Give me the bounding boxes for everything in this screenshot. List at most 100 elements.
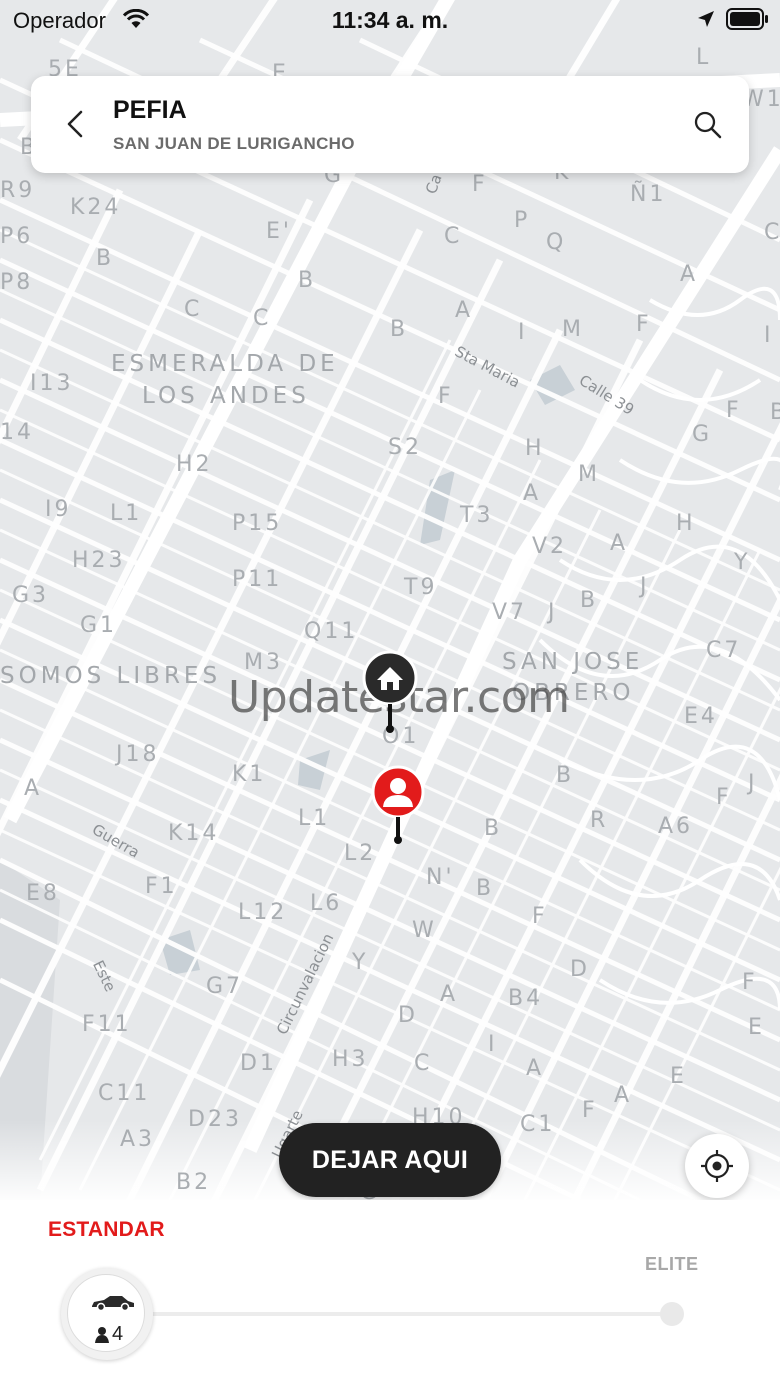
block-label: Y bbox=[734, 550, 751, 575]
block-label: 14 bbox=[0, 420, 34, 445]
crosshair-icon bbox=[701, 1150, 733, 1182]
block-label: I9 bbox=[45, 497, 72, 522]
block-label: H2 bbox=[176, 452, 213, 477]
block-label: P11 bbox=[232, 567, 283, 592]
vehicle-slider-handle[interactable]: 4 bbox=[61, 1268, 153, 1360]
district-label: SOMOS LIBRES bbox=[0, 663, 222, 689]
drop-here-button[interactable]: DEJAR AQUI bbox=[279, 1123, 501, 1197]
status-bar: Operador 11:34 a. m. bbox=[0, 0, 780, 40]
search-icon[interactable] bbox=[691, 108, 725, 142]
block-label: F bbox=[716, 785, 732, 810]
block-label: Y bbox=[352, 950, 369, 975]
block-label: F bbox=[438, 384, 454, 409]
block-label: B bbox=[580, 588, 599, 613]
block-label: H bbox=[525, 436, 545, 461]
vehicle-type-standard[interactable]: ESTANDAR bbox=[48, 1218, 165, 1242]
block-label: R bbox=[590, 808, 609, 833]
block-label: M bbox=[562, 317, 584, 342]
battery-icon bbox=[726, 8, 768, 30]
block-label: W bbox=[412, 918, 437, 943]
block-label: Q11 bbox=[304, 619, 359, 644]
block-label: P6 bbox=[0, 224, 34, 249]
block-label: P15 bbox=[232, 511, 283, 536]
block-label: F bbox=[472, 172, 488, 197]
car-icon bbox=[92, 1296, 134, 1312]
block-label: H23 bbox=[72, 548, 126, 573]
block-label: E4 bbox=[684, 704, 718, 729]
block-label: B bbox=[770, 400, 780, 425]
map-view[interactable]: ESMERALDA DE LOS ANDES SOMOS LIBRES SAN … bbox=[0, 0, 780, 1200]
block-label: K24 bbox=[70, 195, 122, 220]
block-label: A bbox=[526, 1056, 545, 1081]
block-label: H bbox=[676, 511, 696, 536]
block-label: J bbox=[640, 574, 650, 599]
destination-card: PEFIA SAN JUAN DE LURIGANCHO bbox=[31, 76, 749, 173]
block-label: D1 bbox=[240, 1051, 277, 1076]
block-label: A bbox=[455, 298, 474, 323]
block-label: A bbox=[614, 1083, 633, 1108]
block-label: F bbox=[532, 904, 548, 929]
block-label: T3 bbox=[460, 503, 494, 528]
block-label: C bbox=[764, 220, 780, 245]
block-label: P8 bbox=[0, 270, 34, 295]
block-label: B bbox=[476, 876, 495, 901]
block-label: B bbox=[96, 246, 115, 271]
block-label: B4 bbox=[508, 986, 544, 1011]
block-label: C bbox=[253, 306, 272, 331]
block-label: D bbox=[398, 1003, 418, 1028]
block-label: F1 bbox=[145, 874, 178, 899]
block-label: I13 bbox=[30, 371, 74, 396]
block-label: J18 bbox=[116, 742, 160, 767]
block-label: P bbox=[514, 208, 531, 233]
district-label: ESMERALDA DE bbox=[111, 351, 339, 377]
block-label: H3 bbox=[332, 1047, 369, 1072]
block-label: I bbox=[764, 323, 774, 348]
block-label: L6 bbox=[310, 891, 343, 916]
vehicle-handle-inner: 4 bbox=[67, 1274, 145, 1352]
block-label: D23 bbox=[188, 1107, 242, 1132]
block-label: D bbox=[570, 957, 590, 982]
block-label: A bbox=[680, 262, 699, 287]
block-label: Ñ1 bbox=[630, 182, 667, 207]
block-label: K14 bbox=[168, 821, 220, 846]
block-label: C bbox=[414, 1051, 433, 1076]
block-label: B bbox=[556, 763, 575, 788]
block-label: V7 bbox=[492, 600, 528, 625]
home-pin-icon[interactable] bbox=[362, 650, 418, 736]
block-label: F11 bbox=[82, 1012, 132, 1037]
block-label: A bbox=[523, 481, 542, 506]
block-label: C11 bbox=[98, 1081, 151, 1106]
vehicle-slider-stop-elite[interactable] bbox=[660, 1302, 684, 1326]
block-label: G1 bbox=[80, 613, 118, 638]
vehicle-slider-track[interactable] bbox=[150, 1312, 672, 1316]
block-label: F bbox=[582, 1098, 598, 1123]
locate-button[interactable] bbox=[685, 1134, 749, 1198]
vehicle-type-elite[interactable]: ELITE bbox=[645, 1254, 699, 1275]
block-label: A bbox=[24, 776, 43, 801]
block-label: E bbox=[748, 1015, 765, 1040]
back-button[interactable] bbox=[59, 104, 93, 144]
block-label: E' bbox=[266, 219, 292, 244]
block-label: A3 bbox=[120, 1127, 156, 1152]
block-label: I bbox=[488, 1032, 498, 1057]
block-label: T9 bbox=[404, 575, 438, 600]
user-pin-icon[interactable] bbox=[370, 765, 426, 847]
block-label: M bbox=[578, 462, 600, 487]
person-icon bbox=[95, 1327, 109, 1343]
clock: 11:34 a. m. bbox=[331, 7, 449, 33]
block-label: L1 bbox=[110, 501, 143, 526]
destination-title: PEFIA bbox=[113, 96, 187, 124]
block-label: G bbox=[692, 422, 713, 447]
block-label: A6 bbox=[658, 814, 694, 839]
block-label: G7 bbox=[206, 974, 244, 999]
block-label: F bbox=[636, 312, 652, 337]
district-label: LOS ANDES bbox=[142, 383, 310, 409]
block-label: N' bbox=[426, 865, 455, 890]
block-label: L1 bbox=[298, 806, 331, 831]
block-label: B bbox=[390, 317, 409, 342]
seat-count: 4 bbox=[112, 1323, 124, 1345]
block-label: L bbox=[696, 45, 712, 70]
block-label: B bbox=[298, 268, 317, 293]
block-label: I bbox=[518, 320, 528, 345]
vehicle-selector: ESTANDAR ELITE 4 bbox=[0, 1200, 780, 1387]
